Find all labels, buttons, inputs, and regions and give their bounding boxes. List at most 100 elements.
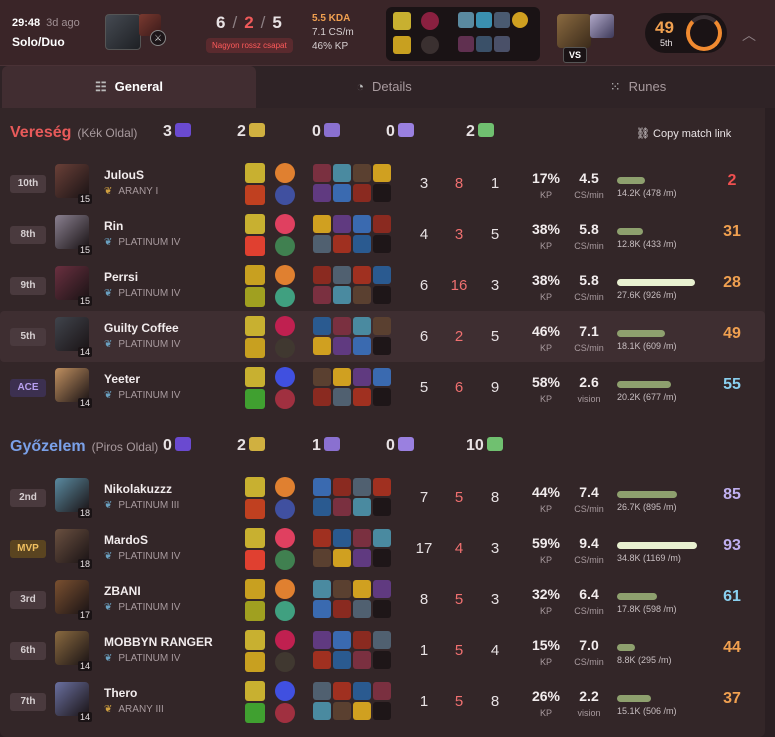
player-name[interactable]: MOBBYN RANGER: [104, 635, 213, 649]
item-icon: [313, 215, 331, 233]
kill-participation: 58%: [531, 374, 561, 390]
tab-details[interactable]: ◔ Details: [258, 66, 510, 108]
player-name[interactable]: Thero: [104, 686, 137, 700]
cs-label: vision: [577, 708, 601, 718]
collapse-chevron-icon[interactable]: ︿: [742, 25, 756, 45]
match-header[interactable]: 29:48 3d ago Solo/Duo ⚔ 6/2/5 Nagyon ross…: [0, 0, 775, 66]
player-row[interactable]: 8th 15 Rin ❦ PLATINUM IV 4 3 5 38% KP 5.8 CS/min 12.…: [0, 209, 765, 260]
item-icon: [373, 337, 391, 355]
player-name[interactable]: Yeeter: [104, 372, 140, 386]
champion-avatar[interactable]: [55, 317, 89, 351]
player-row[interactable]: 5th 14 Guilty Coffee ❦ PLATINUM IV 6 2 5 46% KP 7.…: [0, 311, 765, 362]
item-icon: [333, 600, 351, 618]
kill-participation: 26%: [531, 688, 561, 704]
cs-per-min: 5.8: [579, 221, 599, 237]
item-icon: [353, 215, 371, 233]
damage-bar: [617, 491, 677, 498]
damage-bar: [617, 644, 635, 651]
kills: 6: [419, 277, 429, 294]
champion-avatar[interactable]: [55, 215, 89, 249]
item-icon: [373, 317, 391, 335]
player-row[interactable]: 3rd 17 ZBANI ❦ PLATINUM IV 8 5 3 32% KP 6.4 CS/min 1…: [0, 574, 765, 625]
score-ring-icon: [686, 15, 722, 51]
assists: 5: [490, 328, 500, 345]
player-row[interactable]: 2nd 18 Nikolakuzzz ❦ PLATINUM III 7 5 8 44% KP 7.4…: [0, 472, 765, 523]
performance-score: 37: [723, 690, 741, 707]
keystone-rune-icon: [275, 214, 295, 234]
tab-runes[interactable]: ⁙ Runes: [512, 66, 764, 108]
assists: 3: [490, 591, 500, 608]
item-icon: [373, 215, 391, 233]
cs-label: vision: [577, 394, 601, 404]
deaths: 5: [454, 642, 464, 659]
champion-avatar[interactable]: [55, 631, 89, 665]
deaths: 6: [454, 379, 464, 396]
secondary-rune-icon: [421, 36, 439, 54]
player-tier: ❦ PLATINUM III: [104, 500, 180, 511]
secondary-rune-icon: [275, 287, 295, 307]
champion-avatar[interactable]: [55, 478, 89, 512]
deaths: 5: [454, 693, 464, 710]
item-icon: [373, 702, 391, 720]
player-name[interactable]: Nikolakuzzz: [104, 482, 172, 496]
champion-avatar[interactable]: [55, 368, 89, 402]
item-icon: [333, 368, 351, 386]
keystone-rune-icon: [275, 579, 295, 599]
cs-per-min: 5.8: [579, 272, 599, 288]
item-icon: [494, 12, 510, 28]
champion-avatar[interactable]: [55, 529, 89, 563]
item-icon: [333, 266, 351, 284]
player-tier: ❦ PLATINUM IV: [104, 237, 181, 248]
copy-match-link-button[interactable]: ⛓ Copy match link: [636, 127, 731, 140]
objective-count: 3: [163, 123, 191, 141]
item-icon: [373, 478, 391, 496]
player-name[interactable]: MardoS: [104, 533, 148, 547]
keystone-rune-icon: [275, 265, 295, 285]
item-icon: [313, 478, 331, 496]
champion-avatar[interactable]: [55, 164, 89, 198]
player-name[interactable]: Guilty Coffee: [104, 321, 179, 335]
item-icon: [353, 682, 371, 700]
item-icon: [313, 184, 331, 202]
item-icon: [458, 36, 474, 52]
team-result-label: Vereség: [10, 124, 72, 141]
player-name[interactable]: Perrsi: [104, 270, 138, 284]
player-row[interactable]: 7th 14 Thero ❦ ARANY III 1 5 8 26% KP 2.2 vision 15.…: [0, 676, 765, 727]
herald-icon: [323, 437, 340, 451]
player-row[interactable]: 10th 15 JulouS ❦ ARANY I 3 8 1 17% KP 4.5 CS/min 14.…: [0, 158, 765, 209]
objective-count: 10: [466, 437, 503, 455]
placement-badge: 10th: [10, 175, 46, 193]
tab-general[interactable]: ☷ General: [2, 66, 256, 108]
player-name[interactable]: JulouS: [104, 168, 144, 182]
item-icon: [313, 337, 331, 355]
item-icon: [313, 498, 331, 516]
item-icon: [494, 36, 510, 52]
kp-label: KP: [539, 241, 552, 251]
player-name[interactable]: ZBANI: [104, 584, 141, 598]
kills: 8: [419, 591, 429, 608]
item-icon: [313, 631, 331, 649]
champion-avatar[interactable]: [55, 580, 89, 614]
item-icon: [458, 12, 474, 28]
item-icon: [373, 498, 391, 516]
kill-participation: 38%: [531, 272, 561, 288]
player-row[interactable]: 6th 14 MOBBYN RANGER ❦ PLATINUM IV 1 5 4 15% KP 7.…: [0, 625, 765, 676]
cs-per-min: 4.5: [579, 170, 599, 186]
champion-avatar[interactable]: [55, 266, 89, 300]
player-row[interactable]: ACE 14 Yeeter ❦ PLATINUM IV 5 6 9 58% KP 2.6 vision…: [0, 362, 765, 413]
game-ago: 3d ago: [46, 17, 80, 29]
player-name[interactable]: Rin: [104, 219, 123, 233]
performance-score: 93: [723, 537, 741, 554]
link-icon: ⛓: [636, 128, 654, 140]
deaths: 5: [454, 591, 464, 608]
player-row[interactable]: MVP 18 MardoS ❦ PLATINUM IV 17 4 3 59% KP 9.4 CS/mi…: [0, 523, 765, 574]
player-row[interactable]: 9th 15 Perrsi ❦ PLATINUM IV 6 16 3 38% KP 5.8 CS/mi…: [0, 260, 765, 311]
rank-emblem-icon: ❦: [104, 339, 113, 350]
header-kda: 6/2/5: [216, 13, 283, 32]
cs-per-min: 7.4: [579, 484, 599, 500]
damage-bar: [617, 228, 643, 235]
item-icon: [333, 337, 351, 355]
kp-label: KP: [539, 504, 552, 514]
item-icon: [353, 164, 371, 182]
champion-avatar[interactable]: [55, 682, 89, 716]
